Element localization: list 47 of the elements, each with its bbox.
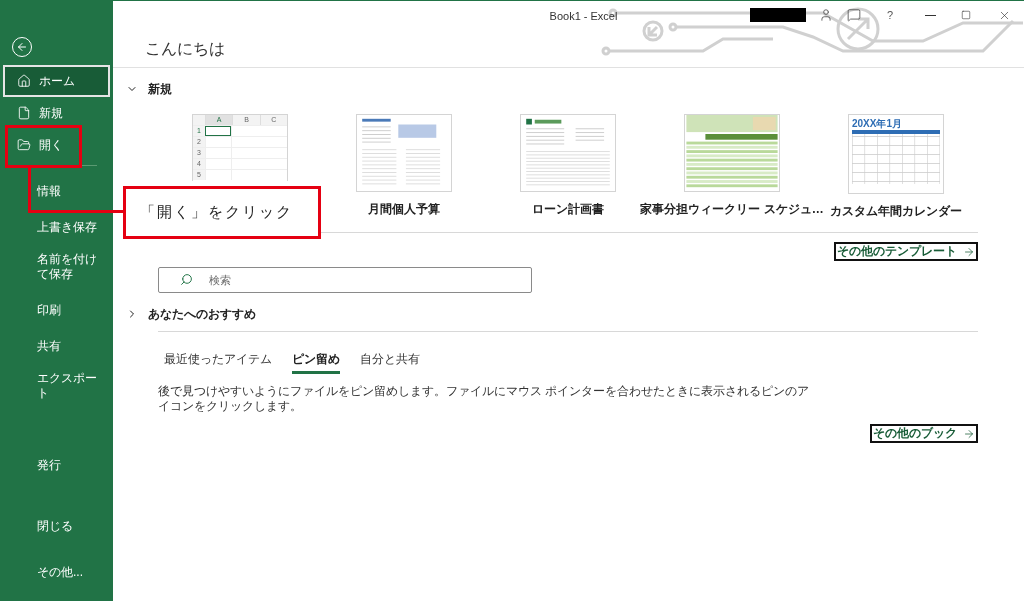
search-icon xyxy=(180,273,193,286)
selected-cell xyxy=(205,126,231,136)
chores-template-thumbnail[interactable] xyxy=(684,114,780,192)
window-title: Book1 - Excel xyxy=(548,8,618,24)
help-button[interactable]: ? xyxy=(868,6,912,24)
calendar-heading: 20XX年1月 xyxy=(852,118,904,130)
sidebar-item[interactable]: エクスポート xyxy=(37,369,107,403)
account-icon[interactable] xyxy=(819,8,833,22)
sidebar-item[interactable]: 発行 xyxy=(37,456,61,475)
feedback-icon[interactable] xyxy=(847,8,861,22)
sidebar-item[interactable]: 閉じる xyxy=(37,517,73,536)
calendar-template-thumbnail[interactable]: 20XX年1月 xyxy=(848,114,944,194)
maximize-icon xyxy=(961,10,971,20)
sidebar-item[interactable]: 情報 xyxy=(37,182,61,201)
redacted-block xyxy=(750,8,806,22)
back-arrow-icon xyxy=(16,41,28,53)
sidebar-item[interactable]: 印刷 xyxy=(37,301,61,320)
sidebar-item[interactable]: ホーム xyxy=(3,65,110,97)
arrow-right-icon xyxy=(963,245,975,258)
tab[interactable]: 自分と共有 xyxy=(360,350,420,374)
sidebar-item[interactable]: 新規 xyxy=(3,97,110,129)
sidebar-item[interactable]: 名前を付けて保存 xyxy=(37,250,107,284)
sidebar-item[interactable]: その他... xyxy=(37,563,83,582)
sidebar-item[interactable]: 共有 xyxy=(37,337,61,356)
template-label[interactable]: カスタム年間カレンダー xyxy=(830,202,962,220)
section-toggle[interactable]: あなたへのおすすめ xyxy=(126,305,978,323)
tab[interactable]: 最近使ったアイテム xyxy=(164,350,272,374)
pin-description: 後で見つけやすいようにファイルをピン留めします。ファイルにマウス ポインターを合わせたときに表示されるピンのアイコンをクリックします。 xyxy=(158,384,811,414)
sidebar-item[interactable]: 上書き保存 xyxy=(37,218,97,237)
section-toggle[interactable]: 新規 xyxy=(126,80,978,98)
minimize-icon xyxy=(924,14,936,16)
template-label[interactable]: 月間個人予算 xyxy=(368,200,440,218)
tab[interactable]: ピン留め xyxy=(292,350,340,374)
more-workbooks-link[interactable]: その他のブック xyxy=(870,424,978,443)
folder-icon xyxy=(17,138,31,152)
arrow-right-icon xyxy=(963,427,975,440)
search-field[interactable]: 検索 xyxy=(158,267,532,293)
sidebar-item[interactable]: 開く xyxy=(3,129,110,161)
more-templates-link[interactable]: その他のテンプレート xyxy=(834,242,978,261)
document-icon xyxy=(17,106,31,120)
loan-template-thumbnail[interactable] xyxy=(520,114,616,192)
template-label[interactable]: ローン計画書 xyxy=(532,200,604,218)
template-label[interactable]: 家事分担ウィークリー スケジュ… xyxy=(640,200,824,218)
budget-template-thumbnail[interactable] xyxy=(356,114,452,192)
callout-text: 「開く」をクリック xyxy=(140,202,293,223)
home-icon xyxy=(17,74,31,88)
greeting-heading: こんにちは xyxy=(145,39,225,59)
